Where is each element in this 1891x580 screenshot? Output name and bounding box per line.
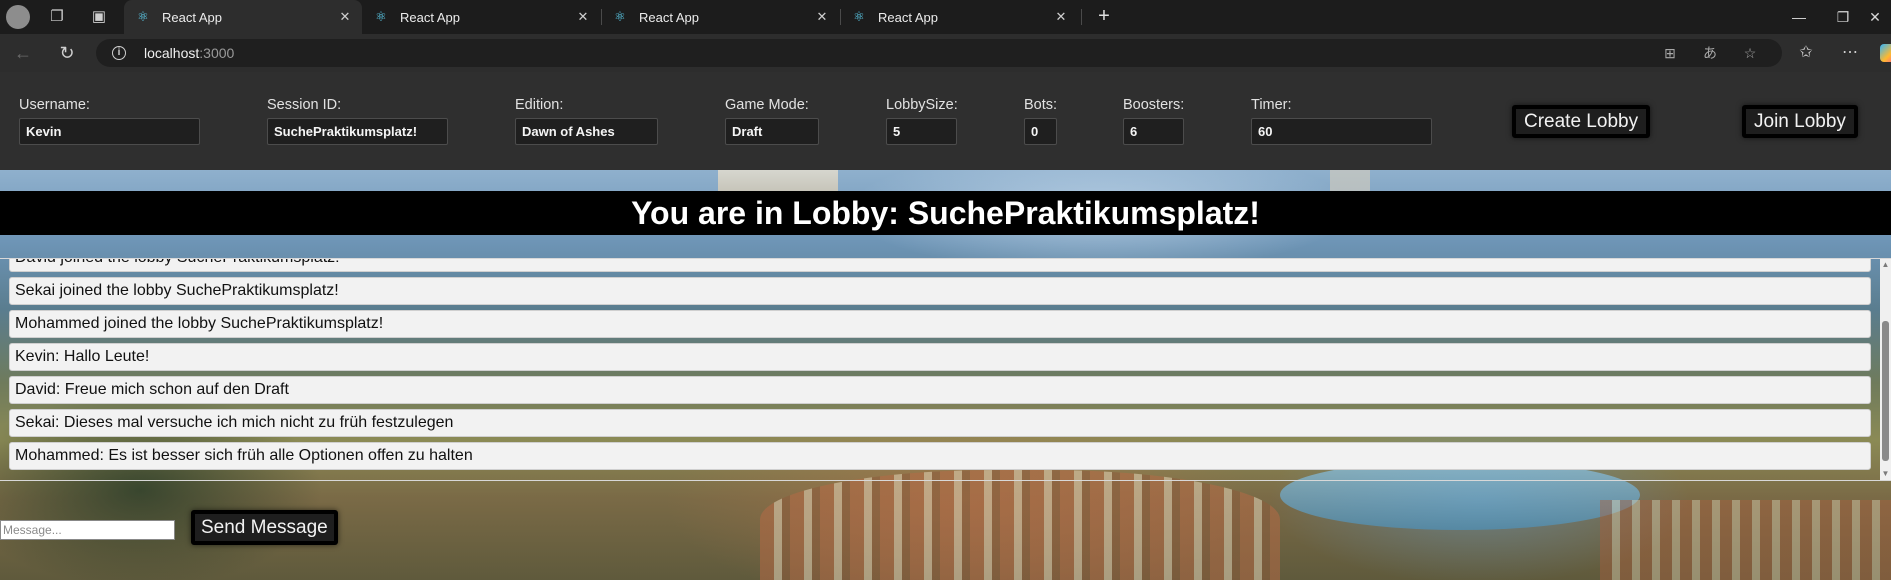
back-arrow-icon[interactable]: ← [10, 41, 36, 65]
bots-label: Bots: [1024, 97, 1058, 113]
message-input[interactable] [0, 520, 175, 540]
background-village-art [1600, 500, 1891, 580]
url-port: :3000 [199, 45, 235, 61]
username-input[interactable] [19, 118, 200, 145]
chat-message: David joined the lobby SuchePraktikumspl… [9, 259, 1871, 272]
tab-divider [1081, 9, 1082, 25]
refresh-icon[interactable]: ↻ [54, 41, 80, 65]
scroll-down-arrow-icon[interactable]: ▼ [1880, 468, 1891, 480]
browser-tab-strip: ❐ ▣ ⚛ React App ✕ ⚛ React App ✕ ⚛ React … [0, 0, 1891, 34]
close-tab-icon[interactable]: ✕ [815, 9, 829, 25]
boosters-group: Boosters: [1123, 96, 1184, 145]
browser-tab-2[interactable]: ⚛ React App ✕ [362, 0, 600, 34]
react-favicon-icon: ⚛ [614, 9, 626, 24]
edition-label: Edition: [515, 97, 564, 113]
timer-group: Timer: [1251, 96, 1432, 145]
send-message-button[interactable]: Send Message [191, 510, 338, 545]
minimize-window-icon[interactable]: — [1784, 6, 1814, 28]
username-group: Username: [19, 96, 200, 145]
chat-message: Sekai: Dieses mal versuche ich mich nich… [9, 409, 1871, 437]
chat-scrollbar[interactable]: ▲ ▼ [1880, 259, 1891, 480]
boosters-input[interactable] [1123, 118, 1184, 145]
session-id-input[interactable] [267, 118, 448, 145]
lobby-size-label: LobbySize: [886, 97, 958, 113]
timer-input[interactable] [1251, 118, 1432, 145]
lobby-settings-header: Username: Session ID: Edition: Game Mode… [0, 72, 1891, 170]
bots-input[interactable] [1024, 118, 1057, 145]
create-lobby-button[interactable]: Create Lobby [1512, 105, 1651, 138]
react-favicon-icon: ⚛ [137, 9, 149, 24]
lobby-title: You are in Lobby: SuchePraktikumsplatz! [0, 191, 1891, 235]
scrollbar-thumb[interactable] [1882, 321, 1889, 461]
boosters-label: Boosters: [1123, 97, 1185, 113]
profile-avatar-icon[interactable] [6, 5, 30, 29]
join-lobby-button[interactable]: Join Lobby [1742, 105, 1858, 138]
site-info-icon[interactable]: i [112, 46, 126, 60]
chat-message-list: David joined the lobby SuchePraktikumspl… [9, 259, 1871, 475]
game-mode-input[interactable] [725, 118, 819, 145]
translate-icon[interactable]: あ [1700, 43, 1720, 63]
lobby-size-input[interactable] [886, 118, 957, 145]
tab-title: React App [878, 9, 938, 25]
background-village-art [760, 470, 1280, 580]
tab-title: React App [639, 9, 699, 25]
react-favicon-icon: ⚛ [375, 9, 387, 24]
restore-window-icon[interactable]: ❐ [1828, 6, 1858, 28]
react-favicon-icon: ⚛ [853, 9, 865, 24]
browser-address-bar: ← ↻ i localhost:3000 ⊞ あ ☆ [0, 34, 1891, 72]
vertical-tabs-icon[interactable]: ▣ [88, 6, 110, 28]
favorite-star-icon[interactable]: ☆ [1740, 43, 1760, 63]
lobby-size-group: LobbySize: [886, 96, 958, 145]
chat-message: Mohammed joined the lobby SuchePraktikum… [9, 310, 1871, 338]
workspaces-icon[interactable]: ❐ [46, 6, 68, 28]
chat-message: Mohammed: Es ist besser sich früh alle O… [9, 442, 1871, 470]
chat-message: Sekai joined the lobby SuchePraktikumspl… [9, 277, 1871, 305]
game-mode-label: Game Mode: [725, 97, 809, 113]
edition-input[interactable] [515, 118, 658, 145]
username-label: Username: [19, 97, 90, 113]
close-tab-icon[interactable]: ✕ [1054, 9, 1068, 25]
more-options-icon[interactable]: ⋯ [1838, 41, 1862, 65]
scroll-up-arrow-icon[interactable]: ▲ [1880, 259, 1891, 271]
chat-message: Kevin: Hallo Leute! [9, 343, 1871, 371]
copilot-icon[interactable] [1880, 44, 1891, 62]
url-field[interactable]: i localhost:3000 ⊞ あ ☆ [96, 39, 1782, 67]
close-tab-icon[interactable]: ✕ [576, 9, 590, 25]
tab-title: React App [162, 9, 222, 25]
close-tab-icon[interactable]: ✕ [338, 9, 352, 25]
app-available-icon[interactable]: ⊞ [1660, 43, 1680, 63]
edition-group: Edition: [515, 96, 658, 145]
chat-message: David: Freue mich schon auf den Draft [9, 376, 1871, 404]
browser-tab-3[interactable]: ⚛ React App ✕ [601, 0, 839, 34]
session-id-group: Session ID: [267, 96, 448, 145]
browser-tab-4[interactable]: ⚛ React App ✕ [840, 0, 1078, 34]
bots-group: Bots: [1024, 96, 1057, 145]
url-host: localhost [144, 45, 200, 61]
url-text: localhost:3000 [144, 45, 234, 61]
browser-tab-1[interactable]: ⚛ React App ✕ [124, 0, 362, 34]
game-mode-group: Game Mode: [725, 96, 819, 145]
session-id-label: Session ID: [267, 97, 342, 113]
tab-title: React App [400, 9, 460, 25]
favorites-icon[interactable]: ✩ [1794, 41, 1818, 65]
chat-log[interactable]: David joined the lobby SuchePraktikumspl… [0, 258, 1891, 481]
close-window-icon[interactable]: ✕ [1860, 6, 1890, 28]
timer-label: Timer: [1251, 97, 1292, 113]
fantasy-background-scene: You are in Lobby: SuchePraktikumsplatz! … [0, 170, 1891, 580]
new-tab-plus-icon[interactable]: + [1092, 5, 1116, 29]
